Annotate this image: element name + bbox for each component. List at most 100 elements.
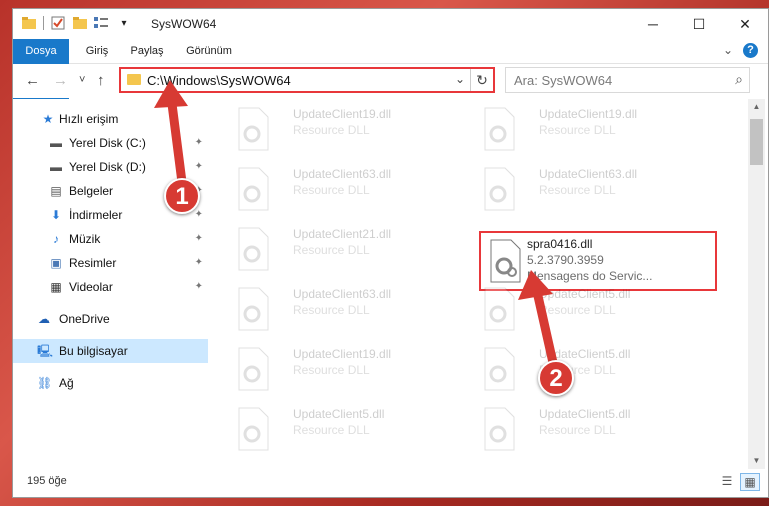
- ribbon-controls: ⌄ ?: [723, 43, 758, 58]
- videos-icon: ▦: [50, 280, 62, 294]
- pictures-icon: ▣: [50, 256, 62, 270]
- file-item[interactable]: UpdateClient19.dll Resource DLL: [475, 101, 695, 161]
- window-title: SysWOW64: [151, 17, 217, 31]
- recent-locations-button[interactable]: ˅: [79, 74, 85, 86]
- file-type: Resource DLL: [293, 243, 370, 257]
- address-path[interactable]: C:\Windows\SysWOW64: [147, 73, 291, 88]
- close-button[interactable]: ✕: [722, 9, 768, 39]
- tiles-view-icon[interactable]: ▦: [740, 473, 760, 491]
- file-item[interactable]: UpdateClient63.dll Resource DLL: [475, 161, 695, 221]
- file-item[interactable]: UpdateClient5.dll Resource DLL: [475, 281, 695, 341]
- file-type: Resource DLL: [539, 303, 616, 317]
- file-name: spra0416.dll: [527, 237, 593, 251]
- pin-icon[interactable]: ✦: [195, 131, 203, 155]
- ribbon: Dosya Giriş Paylaş Görünüm ⌄ ?: [13, 39, 768, 99]
- properties-icon[interactable]: [50, 15, 66, 31]
- pin-icon[interactable]: ✦: [195, 227, 203, 251]
- sidebar-label: Hızlı erişim: [59, 112, 119, 126]
- qat-dropdown-icon[interactable]: ▾: [116, 15, 132, 31]
- ribbon-expand-icon[interactable]: ⌄: [723, 43, 733, 58]
- file-name: UpdateClient21.dll: [293, 227, 392, 241]
- dll-file-icon: [238, 107, 269, 151]
- help-icon[interactable]: ?: [743, 43, 758, 58]
- sidebar-item-network[interactable]: ⛓ Ağ: [13, 371, 208, 395]
- file-name: UpdateClient19.dll: [539, 107, 638, 121]
- details-view-icon[interactable]: ☰: [718, 473, 736, 489]
- file-item[interactable]: UpdateClient5.dll Resource DLL: [229, 401, 449, 461]
- scroll-down-icon[interactable]: ▼: [748, 453, 765, 469]
- pin-icon[interactable]: ✦: [195, 275, 203, 299]
- sidebar-label: İndirmeler: [69, 208, 123, 222]
- file-item[interactable]: UpdateClient63.dll Resource DLL: [229, 281, 449, 341]
- scroll-thumb[interactable]: [750, 119, 763, 165]
- new-folder-icon[interactable]: [72, 15, 88, 31]
- title-bar: ▾ SysWOW64 ─ ☐ ✕: [13, 9, 768, 39]
- quick-access-toolbar: ▾: [21, 15, 132, 31]
- minimize-button[interactable]: ─: [630, 9, 676, 39]
- refresh-button[interactable]: ↻: [470, 69, 493, 91]
- dll-file-icon: [238, 227, 269, 271]
- vertical-scrollbar[interactable]: ▲ ▼: [748, 99, 765, 469]
- sidebar-item-quick-access[interactable]: ★ Hızlı erişim: [13, 107, 208, 131]
- file-type: Resource DLL: [293, 183, 370, 197]
- file-name: UpdateClient19.dll: [293, 347, 392, 361]
- explorer-window: ▾ SysWOW64 ─ ☐ ✕ Dosya Giriş Paylaş Görü…: [12, 8, 769, 498]
- forward-button[interactable]: →: [53, 72, 68, 89]
- drive-icon: ▬: [50, 136, 62, 150]
- sidebar-item-this-pc[interactable]: 🖳 Bu bilgisayar: [13, 339, 208, 363]
- tab-home[interactable]: Giriş: [79, 39, 115, 63]
- file-item[interactable]: UpdateClient19.dll Resource DLL: [229, 341, 449, 401]
- file-item[interactable]: UpdateClient21.dll Resource DLL: [229, 221, 449, 281]
- dll-file-icon: [238, 347, 269, 391]
- drive-icon: ▬: [50, 160, 62, 174]
- computer-icon: 🖳: [37, 344, 54, 358]
- sidebar-item-music[interactable]: ♪ Müzik ✦: [13, 227, 208, 251]
- maximize-button[interactable]: ☐: [676, 9, 722, 39]
- file-item[interactable]: UpdateClient19.dll Resource DLL: [229, 101, 449, 161]
- sidebar-label: Yerel Disk (D:): [69, 160, 146, 174]
- tab-share[interactable]: Paylaş: [125, 39, 169, 63]
- sidebar-item-videos[interactable]: ▦ Videolar ✦: [13, 275, 208, 299]
- file-list: UpdateClient19.dll Resource DLL UpdateCl…: [209, 99, 747, 469]
- back-button[interactable]: ←: [25, 72, 40, 89]
- callout-1: 1: [164, 178, 200, 214]
- up-button[interactable]: ↑: [97, 72, 105, 89]
- sidebar-item-onedrive[interactable]: ☁ OneDrive: [13, 307, 208, 331]
- file-name: UpdateClient5.dll: [539, 347, 631, 361]
- sidebar-label: Resimler: [69, 256, 117, 270]
- tab-view[interactable]: Görünüm: [181, 39, 237, 63]
- file-name: UpdateClient19.dll: [293, 107, 392, 121]
- file-type: Resource DLL: [539, 423, 616, 437]
- window-controls: ─ ☐ ✕: [630, 9, 768, 39]
- file-type: Resource DLL: [293, 303, 370, 317]
- status-bar: 195 öğe ☰ ▦: [13, 469, 768, 497]
- sidebar-item-local-disk-d[interactable]: ▬ Yerel Disk (D:) ✦: [13, 155, 208, 179]
- sidebar-label: Videolar: [69, 280, 113, 294]
- pin-icon[interactable]: ✦: [195, 251, 203, 275]
- search-placeholder[interactable]: Ara: SysWOW64: [514, 73, 612, 88]
- file-item[interactable]: UpdateClient63.dll Resource DLL: [229, 161, 449, 221]
- file-item[interactable]: UpdateClient5.dll Resource DLL: [475, 401, 695, 461]
- address-dropdown-icon[interactable]: ⌄: [455, 72, 465, 86]
- sidebar-label: OneDrive: [59, 312, 110, 326]
- search-box[interactable]: Ara: SysWOW64 ⌕: [505, 67, 750, 93]
- music-icon: ♪: [53, 232, 59, 246]
- dll-file-icon: [490, 239, 521, 283]
- folder-icon[interactable]: [21, 15, 37, 31]
- pin-icon[interactable]: ✦: [195, 155, 203, 179]
- sidebar-item-local-disk-c[interactable]: ▬ Yerel Disk (C:) ✦: [13, 131, 208, 155]
- address-bar[interactable]: C:\Windows\SysWOW64 ⌄ ↻: [119, 67, 495, 93]
- file-item[interactable]: UpdateClient5.dll Resource DLL: [475, 341, 695, 401]
- dll-file-icon: [484, 287, 515, 331]
- view-options-icon[interactable]: [94, 15, 110, 31]
- dll-file-icon: [238, 407, 269, 451]
- scroll-up-icon[interactable]: ▲: [748, 99, 765, 115]
- file-name: UpdateClient5.dll: [539, 287, 631, 301]
- sidebar-item-pictures[interactable]: ▣ Resimler ✦: [13, 251, 208, 275]
- folder-icon: [127, 74, 141, 85]
- dll-file-icon: [484, 167, 515, 211]
- dll-file-icon: [238, 287, 269, 331]
- search-icon[interactable]: ⌕: [735, 71, 743, 88]
- downloads-icon: ⬇: [50, 208, 62, 222]
- navigation-bar: ← → ˅ ↑ C:\Windows\SysWOW64 ⌄ ↻ Ara: Sys…: [13, 64, 768, 98]
